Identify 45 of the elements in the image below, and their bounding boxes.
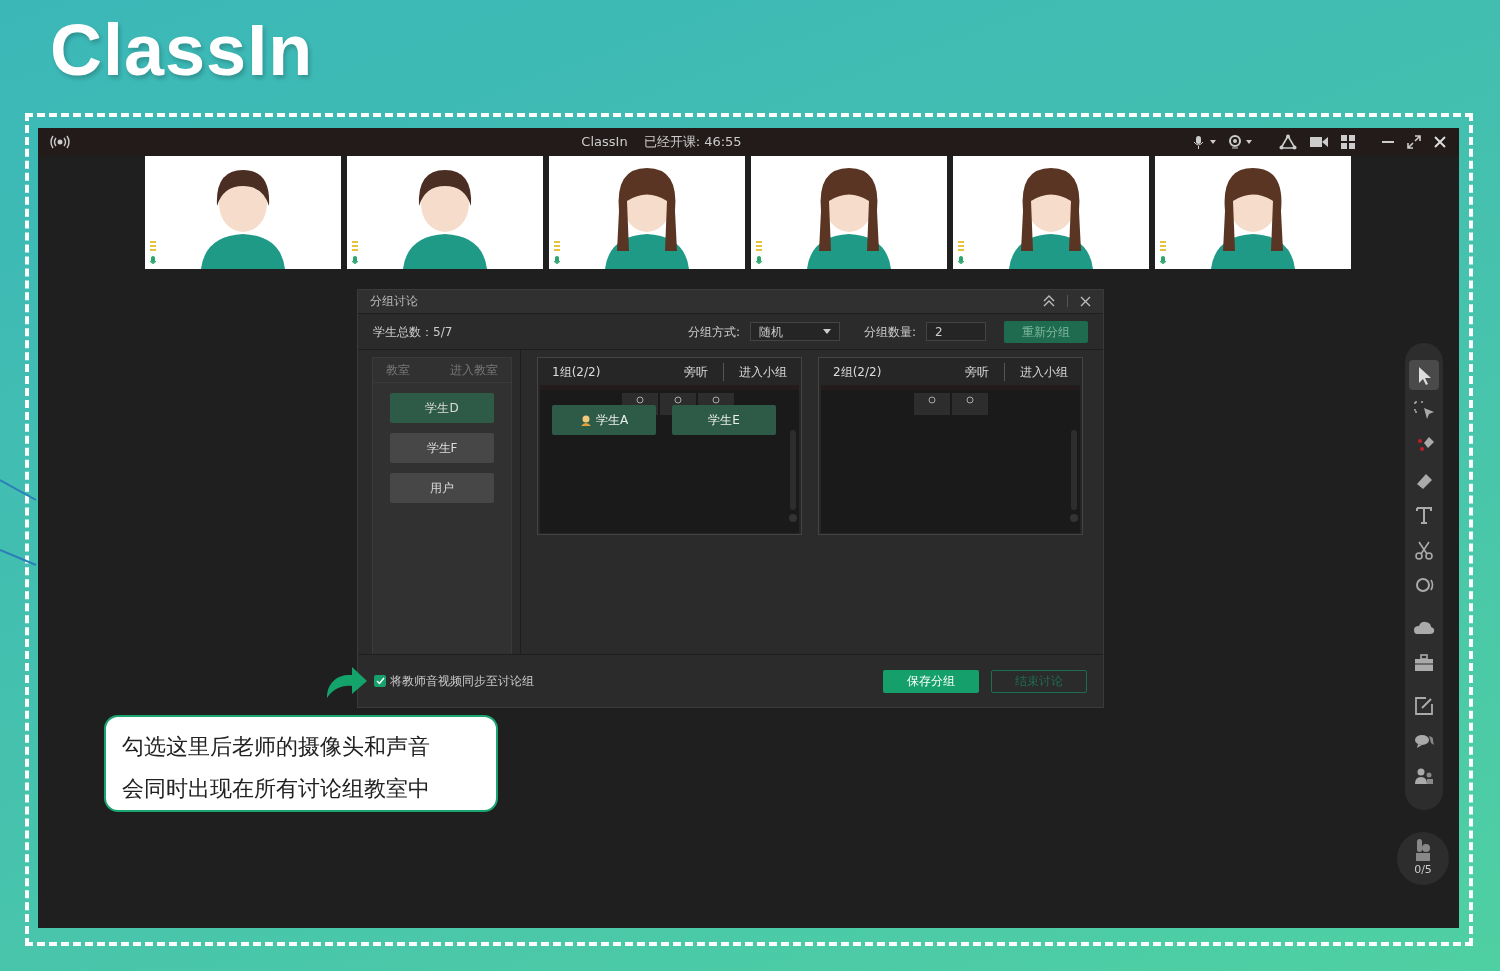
video-camera-icon[interactable] — [1309, 135, 1329, 149]
class-timer: 已经开课: 46:55 — [643, 133, 742, 152]
count-field[interactable]: 2 — [926, 322, 986, 342]
audio-level-icon — [957, 241, 965, 267]
audio-level-icon — [1159, 241, 1167, 267]
broadcast-icon[interactable] — [50, 135, 70, 149]
webcam-icon[interactable] — [1229, 135, 1253, 149]
callout-text: 勾选这里后老师的摄像头和声音 — [122, 733, 431, 761]
sync-checkbox[interactable]: 将教师音视频同步至讨论组 — [374, 672, 871, 691]
student-item[interactable]: 学生F — [390, 433, 494, 464]
mode-dropdown[interactable]: 随机 — [749, 322, 840, 342]
enter-group-link[interactable]: 进入小组 — [723, 362, 787, 381]
mic-icon[interactable] — [1193, 135, 1217, 149]
audio-level-icon — [755, 241, 763, 267]
arrow-icon — [324, 664, 368, 700]
logo-text: ClassIn — [50, 14, 314, 86]
group-title: 1组(2/2) — [552, 363, 602, 381]
checkmark-icon — [375, 677, 385, 686]
mode-label: 分组方式: — [687, 323, 740, 341]
observe-link[interactable]: 旁听 — [684, 362, 708, 381]
collapse-icon[interactable] — [1043, 295, 1055, 308]
student-item[interactable]: 用户 — [390, 473, 494, 504]
avatar-icon — [579, 414, 592, 427]
group-title: 2组(2/2) — [833, 363, 883, 381]
member-chip: 学生A — [552, 405, 656, 436]
student-item[interactable]: 学生D — [390, 393, 494, 424]
maximize-icon[interactable] — [1407, 135, 1421, 149]
enter-group-link[interactable]: 进入小组 — [1004, 362, 1068, 381]
caret-icon — [822, 329, 831, 335]
observe-link[interactable]: 旁听 — [965, 362, 989, 381]
audio-level-icon — [351, 241, 359, 267]
member-chip: 学生E — [672, 405, 776, 436]
grid-icon[interactable] — [1341, 135, 1355, 149]
close-icon[interactable] — [1080, 295, 1091, 307]
audio-level-icon — [553, 241, 561, 267]
close-icon[interactable] — [1433, 135, 1447, 149]
dialog-title: 分组讨论 — [370, 293, 419, 311]
audio-level-icon — [149, 241, 157, 267]
callout-text: 会同时出现在所有讨论组教室中 — [122, 775, 431, 803]
hand-raise-icon — [1414, 838, 1432, 863]
count-label: 分组数量: — [863, 323, 916, 341]
network-icon[interactable] — [1279, 134, 1297, 150]
window-title: ClassIn — [581, 133, 628, 152]
pointer-icon[interactable] — [1409, 360, 1439, 390]
student-total: 学生总数：5/7 — [373, 323, 454, 341]
